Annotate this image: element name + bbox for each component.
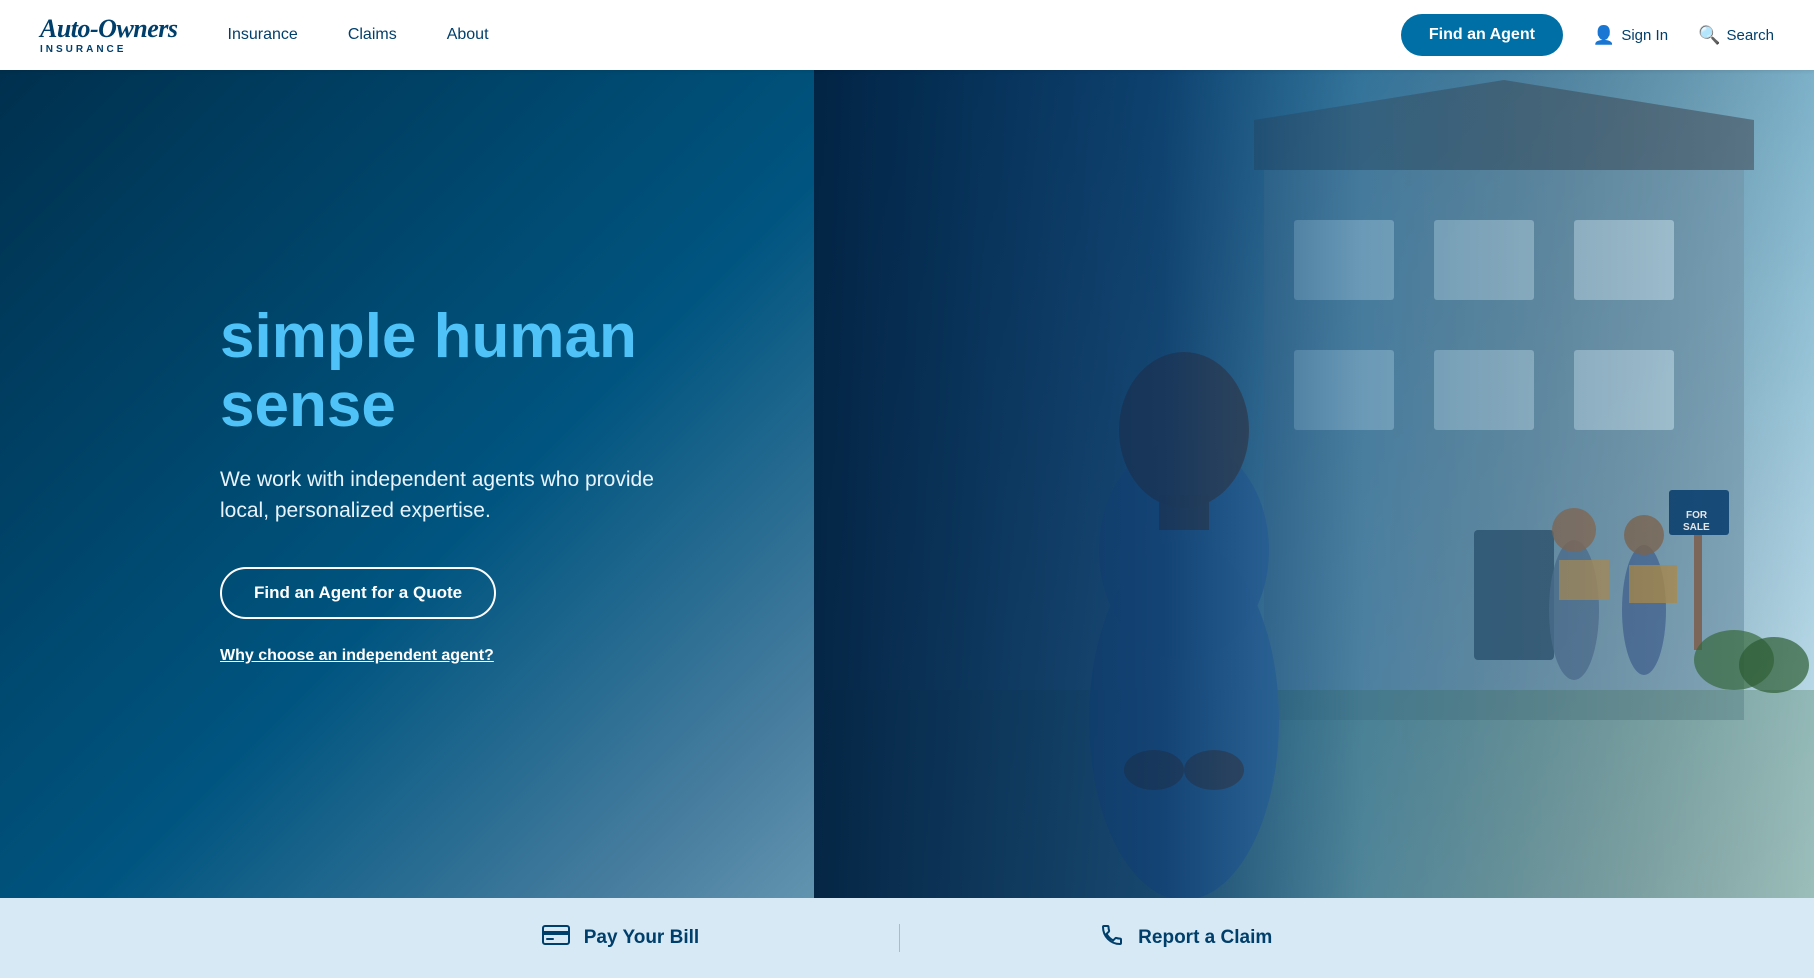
hero-visual: FOR SALE bbox=[814, 70, 1814, 898]
logo-script: Auto-Owners bbox=[40, 15, 178, 44]
hero-content: simple human sense We work with independ… bbox=[0, 303, 700, 664]
footer-bar: Pay Your Bill Report a Claim bbox=[0, 898, 1814, 978]
header-right: Find an Agent 👤 Sign In 🔍 Search bbox=[1401, 14, 1774, 56]
search-link[interactable]: 🔍 Search bbox=[1698, 25, 1774, 46]
sign-in-link[interactable]: 👤 Sign In bbox=[1593, 25, 1668, 46]
phone-svg bbox=[1100, 923, 1124, 947]
logo-sub: INSURANCE bbox=[40, 44, 178, 55]
credit-card-svg bbox=[542, 924, 570, 946]
hero-section: FOR SALE simple human sense We work with… bbox=[0, 70, 1814, 898]
header: Auto-Owners INSURANCE Insurance Claims A… bbox=[0, 0, 1814, 70]
search-icon: 🔍 bbox=[1698, 25, 1720, 46]
why-independent-agent-link[interactable]: Why choose an independent agent? bbox=[220, 647, 700, 665]
phone-icon bbox=[1100, 923, 1124, 953]
main-nav: Insurance Claims About bbox=[228, 26, 1401, 44]
report-claim-link[interactable]: Report a Claim bbox=[900, 923, 1472, 953]
pay-bill-label: Pay Your Bill bbox=[584, 927, 699, 949]
find-agent-quote-button[interactable]: Find an Agent for a Quote bbox=[220, 567, 496, 619]
nav-insurance[interactable]: Insurance bbox=[228, 26, 298, 44]
report-claim-label: Report a Claim bbox=[1138, 927, 1272, 949]
nav-about[interactable]: About bbox=[447, 26, 489, 44]
search-label: Search bbox=[1726, 27, 1774, 44]
find-agent-header-button[interactable]: Find an Agent bbox=[1401, 14, 1563, 56]
person-icon: 👤 bbox=[1593, 25, 1615, 46]
credit-card-icon bbox=[542, 924, 570, 952]
pay-bill-link[interactable]: Pay Your Bill bbox=[342, 924, 900, 952]
hero-background-svg: FOR SALE bbox=[814, 70, 1814, 898]
nav-claims[interactable]: Claims bbox=[348, 26, 397, 44]
logo[interactable]: Auto-Owners INSURANCE bbox=[40, 15, 178, 55]
hero-subtext: We work with independent agents who prov… bbox=[220, 464, 700, 527]
hero-headline: simple human sense bbox=[220, 303, 700, 439]
sign-in-label: Sign In bbox=[1621, 27, 1668, 44]
